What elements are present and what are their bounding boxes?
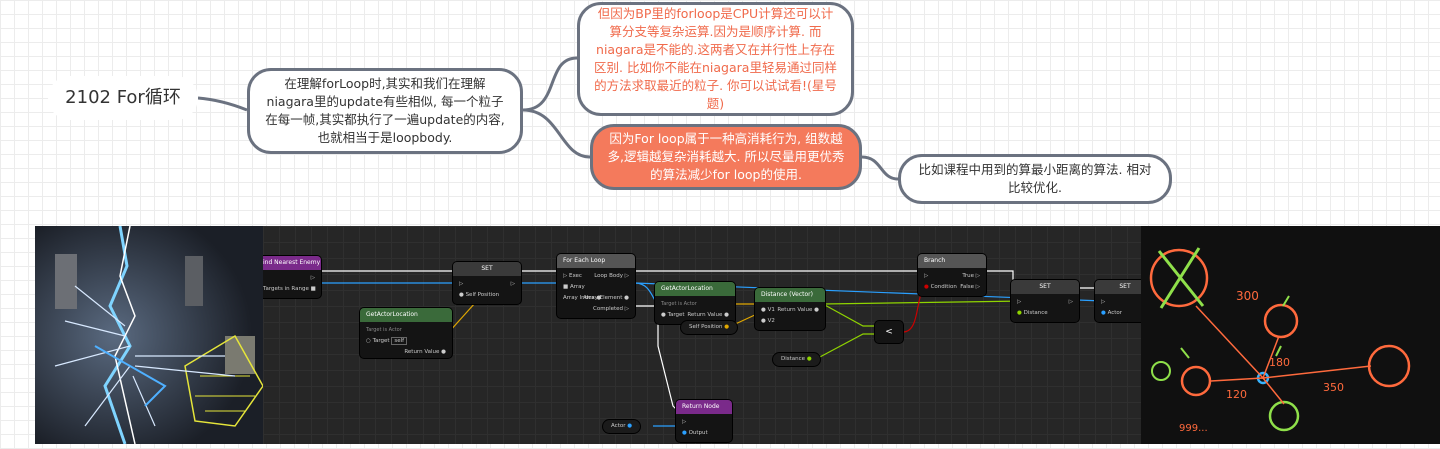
pin-label: Self Position: [465, 292, 500, 298]
node-title: SET: [1011, 280, 1079, 294]
sketch-label: 350: [1323, 381, 1344, 394]
topic-forloop-niagara[interactable]: 在理解forLoop时,其实和我们在理解niagara里的update有些相似,…: [247, 68, 523, 154]
pin-label: Condition: [930, 284, 957, 290]
pin-label: Array Index: [563, 295, 595, 301]
node-get-actor-location-2[interactable]: GetActorLocation Target is Actor ● Targe…: [655, 282, 735, 324]
pin-default: self: [391, 337, 408, 345]
node-return[interactable]: Return Node ▷ ● Output: [676, 400, 732, 442]
var-label: Actor: [611, 423, 626, 429]
sketch-label: 999...: [1179, 423, 1208, 434]
pin-label: Distance: [1023, 310, 1048, 316]
var-label: Self Position: [689, 324, 723, 330]
var-distance[interactable]: Distance ●: [773, 353, 820, 366]
handwritten-sketch: 300 180 350 120 999...: [1141, 226, 1440, 444]
screenshot-strip: ind Nearest Enemy ▷ Targets in Range ■ SE…: [35, 226, 1440, 444]
pin-label: Return Value: [687, 312, 723, 318]
connector-n1-n3: [522, 108, 591, 159]
node-subtitle: Target is Actor: [661, 301, 697, 307]
node-title: Return Node: [676, 400, 732, 414]
root-topic[interactable]: 2102 For循环: [48, 76, 198, 120]
node-compare-less[interactable]: <: [875, 321, 903, 343]
sketch-drawing: 300 180 350 120 999...: [1149, 247, 1411, 434]
node-title: For Each Loop: [557, 254, 635, 268]
node-set-actor[interactable]: SET ▷ ● Actor: [1095, 280, 1141, 322]
topic-text: 比如课程中用到的算最小距离的算法. 相对比较优化.: [918, 161, 1152, 195]
pin-label: Output: [688, 430, 708, 436]
node-subtitle: Target is Actor: [366, 327, 402, 333]
pin-label: V2: [767, 318, 775, 324]
lightning-scene: [35, 226, 263, 444]
node-title: Distance (Vector): [755, 288, 825, 302]
pin-label: True: [962, 273, 975, 279]
connector-n3-n4: [861, 155, 899, 181]
node-title: GetActorLocation: [655, 282, 735, 296]
topic-text: 在理解forLoop时,其实和我们在理解niagara里的update有些相似,…: [265, 75, 505, 146]
pin-label: Array: [569, 284, 585, 290]
pin-label: V1: [767, 307, 775, 313]
node-set-distance[interactable]: SET ▷ ▷ ● Distance: [1011, 280, 1079, 322]
pin-label: Actor: [1107, 310, 1123, 316]
pin-label: Target: [667, 312, 685, 318]
pin-label: Return Value: [404, 349, 440, 355]
game-viewport-image: [35, 226, 263, 444]
topic-text: 但因为BP里的forloop是CPU计算还可以计算分支等复杂运算.因为是顺序计算…: [594, 5, 837, 112]
node-for-each-loop[interactable]: For Each Loop ▷ Exec Loop Body ▷ ■ Array A…: [557, 254, 635, 318]
var-label: Distance: [781, 356, 806, 362]
blueprint-graph: ind Nearest Enemy ▷ Targets in Range ■ SE…: [263, 226, 1141, 444]
node-get-actor-location-1[interactable]: GetActorLocation Target is Actor ○ Targe…: [360, 308, 452, 358]
node-title: ind Nearest Enemy: [263, 256, 321, 270]
var-self-position[interactable]: Self Position ●: [681, 321, 738, 334]
compare-operator: <: [885, 327, 893, 337]
pin-label: Targets in Range: [263, 286, 309, 292]
connector-n1-n2: [522, 56, 578, 112]
node-title: Branch: [918, 254, 986, 268]
topic-text: 因为For loop属于一种高消耗行为, 组数越多,逻辑越复杂消耗越大. 所以尽…: [607, 130, 845, 183]
pin-label: Return Value: [777, 307, 813, 313]
pin-label: Exec: [568, 273, 582, 279]
connector-root-n1: [197, 96, 248, 112]
topic-min-distance[interactable]: 比如课程中用到的算最小距离的算法. 相对比较优化.: [898, 154, 1172, 204]
node-title: SET: [453, 262, 521, 276]
sketch-label: 300: [1236, 289, 1259, 303]
node-set-self-position[interactable]: SET ▷ ▷ ● Self Position: [453, 262, 521, 304]
pin-label: Target: [372, 338, 390, 344]
node-title: SET: [1095, 280, 1141, 294]
var-actor[interactable]: Actor ●: [603, 420, 641, 433]
node-find-nearest-enemy[interactable]: ind Nearest Enemy ▷ Targets in Range ■: [263, 256, 321, 298]
node-distance-vector[interactable]: Distance (Vector) ● V1 Return Value ● ● V…: [755, 288, 825, 330]
pin-label: Completed: [593, 306, 624, 312]
topic-bp-cpu[interactable]: 但因为BP里的forloop是CPU计算还可以计算分支等复杂运算.因为是顺序计算…: [577, 2, 854, 116]
topic-forloop-cost[interactable]: 因为For loop属于一种高消耗行为, 组数越多,逻辑越复杂消耗越大. 所以尽…: [590, 124, 862, 190]
pin-label: Loop Body: [594, 273, 624, 279]
pin-label: False: [960, 284, 975, 290]
sketch-label: 180: [1269, 356, 1290, 369]
sketch-label: 120: [1226, 388, 1247, 401]
node-branch[interactable]: Branch ▷ True ▷ ● Condition False ▷: [918, 254, 986, 296]
root-title: 2102 For循环: [65, 86, 181, 108]
node-title: GetActorLocation: [360, 308, 452, 322]
